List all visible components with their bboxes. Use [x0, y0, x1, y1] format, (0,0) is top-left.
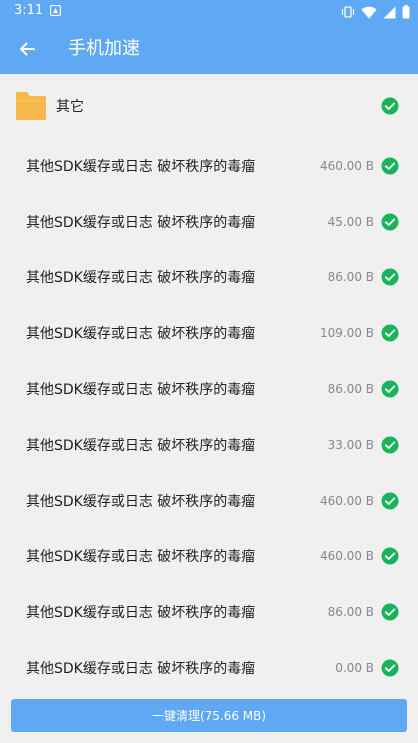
check-icon[interactable] [381, 213, 399, 231]
notification-icon [50, 5, 61, 16]
check-icon[interactable] [381, 492, 399, 510]
group-row-other[interactable]: 其它 [0, 74, 418, 138]
item-label: 其他SDK缓存或日志 破坏秩序的毒瘤 [26, 605, 256, 622]
check-icon[interactable] [381, 547, 399, 565]
list-item[interactable]: 其他SDK缓存或日志 破坏秩序的毒瘤 460.00 B [0, 529, 418, 585]
check-icon[interactable] [381, 97, 399, 115]
item-size: 460.00 B [319, 493, 374, 508]
check-icon[interactable] [381, 603, 399, 621]
list-item[interactable]: 其他SDK缓存或日志 破坏秩序的毒瘤 0.00 B [0, 640, 418, 696]
item-size: 460.00 B [319, 549, 374, 564]
folder-icon [16, 92, 46, 120]
one-click-clean-button[interactable]: 一键清理(75.66 MB) [11, 699, 407, 732]
list-item[interactable]: 其他SDK缓存或日志 破坏秩序的毒瘤 86.00 B [0, 584, 418, 640]
list-item[interactable]: 其他SDK缓存或日志 破坏秩序的毒瘤 460.00 B [0, 473, 418, 529]
item-size: 0.00 B [335, 661, 374, 676]
list-item[interactable]: 其他SDK缓存或日志 破坏秩序的毒瘤 460.00 B [0, 138, 418, 194]
item-label: 其他SDK缓存或日志 破坏秩序的毒瘤 [26, 158, 256, 175]
item-label: 其他SDK缓存或日志 破坏秩序的毒瘤 [26, 270, 256, 287]
back-button[interactable] [14, 36, 40, 62]
check-icon[interactable] [381, 268, 399, 286]
list-item[interactable]: 其他SDK缓存或日志 破坏秩序的毒瘤 86.00 B [0, 361, 418, 417]
check-icon[interactable] [381, 380, 399, 398]
page-title: 手机加速 [68, 38, 140, 59]
check-icon[interactable] [381, 324, 399, 342]
item-size: 86.00 B [327, 270, 374, 285]
list-item[interactable]: 其他SDK缓存或日志 破坏秩序的毒瘤 45.00 B [0, 194, 418, 250]
item-size: 33.00 B [327, 437, 374, 452]
item-size: 86.00 B [327, 605, 374, 620]
item-label: 其他SDK缓存或日志 破坏秩序的毒瘤 [26, 382, 256, 399]
signal-icon [383, 6, 396, 18]
list-item[interactable]: 其他SDK缓存或日志 破坏秩序的毒瘤 33.00 B [0, 417, 418, 473]
item-size: 86.00 B [327, 382, 374, 397]
item-size: 109.00 B [319, 326, 374, 341]
status-time: 3:11 [14, 3, 44, 18]
status-icons [341, 4, 410, 20]
item-label: 其他SDK缓存或日志 破坏秩序的毒瘤 [26, 437, 256, 454]
check-icon[interactable] [381, 436, 399, 454]
list-item[interactable]: 其他SDK缓存或日志 破坏秩序的毒瘤 86.00 B [0, 250, 418, 306]
item-label: 其他SDK缓存或日志 破坏秩序的毒瘤 [26, 661, 256, 678]
battery-icon [402, 5, 410, 19]
back-arrow-icon [20, 42, 35, 56]
wifi-icon [361, 6, 377, 18]
app-bar: 手机加速 [0, 24, 418, 74]
group-label: 其它 [56, 99, 84, 115]
item-label: 其他SDK缓存或日志 破坏秩序的毒瘤 [26, 493, 256, 510]
item-label: 其他SDK缓存或日志 破坏秩序的毒瘤 [26, 326, 256, 343]
list-item[interactable]: 其他SDK缓存或日志 破坏秩序的毒瘤 109.00 B [0, 305, 418, 361]
item-size: 45.00 B [327, 214, 374, 229]
check-icon[interactable] [381, 157, 399, 175]
check-icon[interactable] [381, 659, 399, 677]
item-label: 其他SDK缓存或日志 破坏秩序的毒瘤 [26, 549, 256, 566]
vibrate-icon [341, 6, 355, 18]
item-size: 460.00 B [319, 158, 374, 173]
cleanup-list: 其它 其他SDK缓存或日志 破坏秩序的毒瘤 460.00 B 其他SDK缓存或日志 … [0, 74, 418, 696]
item-label: 其他SDK缓存或日志 破坏秩序的毒瘤 [26, 214, 256, 231]
status-bar: 3:11 [0, 0, 418, 24]
